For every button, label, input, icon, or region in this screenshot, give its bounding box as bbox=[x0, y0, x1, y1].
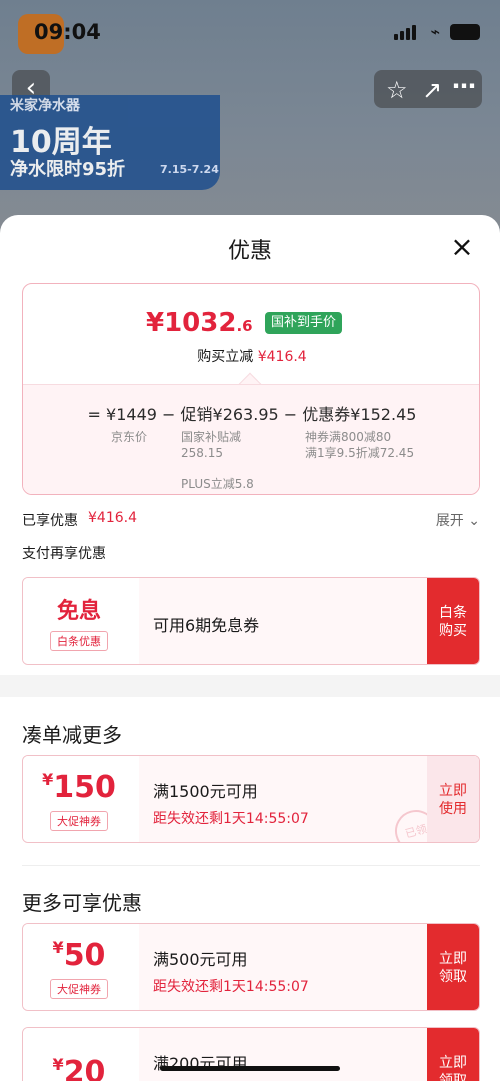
more-orders-title: 凑单减更多 bbox=[22, 723, 122, 747]
promo-detail: 国家补贴减 258.15 bbox=[181, 429, 269, 461]
coupon-left: ¥50 大促神券 bbox=[23, 924, 135, 1010]
chevron-down-icon: ⌄ bbox=[468, 513, 480, 529]
status-bar: 09:04 ⌁ bbox=[0, 0, 500, 60]
coupon-left: 免息 白条优惠 bbox=[23, 578, 135, 664]
section-divider bbox=[22, 865, 480, 866]
coupon-left: ¥20 bbox=[23, 1028, 135, 1081]
home-indicator bbox=[160, 1066, 340, 1071]
coupon-line1: 神券满800减80 bbox=[305, 430, 392, 444]
top-actions: ☆ ↗ ⋯ bbox=[374, 70, 482, 108]
claim-button[interactable]: 立即 领取 bbox=[427, 1028, 479, 1081]
save-line: 购买立减 ¥416.4 bbox=[23, 346, 479, 366]
promo-line3: PLUS立减5.8 bbox=[181, 477, 254, 491]
coupon-text: 可用6期免息券 bbox=[153, 616, 260, 635]
baitiao-buy-button[interactable]: 白条 购买 bbox=[427, 578, 479, 664]
coupon-amount-value: 50 bbox=[63, 937, 106, 973]
price-breakdown: = ¥1449 − 促销¥263.95 − 优惠券¥152.45 京东价 国家补… bbox=[23, 384, 479, 494]
claim-button[interactable]: 立即 领取 bbox=[427, 924, 479, 1010]
jd-price-label: 京东价 bbox=[111, 430, 148, 444]
expand-toggle[interactable]: 展开 ⌄ bbox=[436, 510, 480, 530]
status-time: 09:04 bbox=[34, 20, 101, 44]
signal-icon bbox=[394, 24, 420, 40]
save-value: ¥416.4 bbox=[257, 349, 307, 365]
promo-banner: 米家净水器 10周年 净水限时95折 7.15-7.24 bbox=[0, 95, 220, 190]
coupon-currency: ¥ bbox=[42, 769, 54, 789]
promo-line2: 258.15 bbox=[181, 446, 223, 460]
interest-free-coupon[interactable]: 免息 白条优惠 可用6期免息券 白条 购买 bbox=[22, 577, 480, 665]
final-price-main: ¥1032 bbox=[146, 308, 237, 338]
enjoyed-value: ¥416.4 bbox=[88, 510, 137, 526]
pay-section-title: 支付再享优惠 bbox=[22, 546, 106, 562]
coupon-condition: 满500元可用 bbox=[153, 950, 248, 969]
coupon-line2: 满1享9.5折减72.45 bbox=[305, 446, 415, 460]
sheet-title: 优惠 bbox=[227, 239, 272, 264]
discount-sheet: 优惠 × ¥1032.6 国补到手价 购买立减 ¥416.4 = ¥1449 −… bbox=[0, 215, 500, 1081]
use-now-button[interactable]: 立即 使用 bbox=[427, 756, 479, 842]
coupon-amount: ¥20 bbox=[53, 1055, 106, 1081]
price-summary-top: ¥1032.6 国补到手价 购买立减 ¥416.4 bbox=[23, 284, 479, 384]
coupon-left-tag: 白条优惠 bbox=[50, 631, 108, 651]
enjoyed-row[interactable]: 已享优惠 ¥416.4 展开 ⌄ bbox=[22, 510, 480, 532]
subsidy-badge: 国补到手价 bbox=[265, 312, 343, 334]
status-icons: ⌁ bbox=[394, 22, 480, 41]
price-formula: = ¥1449 − 促销¥263.95 − 优惠券¥152.45 bbox=[87, 405, 417, 424]
coupon-150[interactable]: ¥150 大促神券 满1500元可用 距失效还剩1天14:55:07 已领 立即… bbox=[22, 755, 480, 843]
coupon-left-title: 免息 bbox=[56, 599, 101, 624]
coupon-expiry: 距失效还剩1天14:55:07 bbox=[153, 811, 309, 827]
close-icon[interactable]: × bbox=[448, 233, 476, 261]
star-icon[interactable]: ☆ bbox=[386, 76, 408, 104]
save-label: 购买立减 bbox=[197, 349, 254, 365]
promo-line1: 国家补贴减 bbox=[181, 430, 242, 444]
section-gap bbox=[0, 675, 500, 697]
more-benefits-title: 更多可享优惠 bbox=[22, 891, 142, 915]
coupon-detail: 神券满800减80 满1享9.5折减72.45 bbox=[305, 429, 475, 461]
price-summary-card: ¥1032.6 国补到手价 购买立减 ¥416.4 = ¥1449 − 促销¥2… bbox=[22, 283, 480, 495]
enjoyed-label: 已享优惠 bbox=[22, 513, 78, 529]
coupon-amount: ¥150 bbox=[42, 770, 116, 805]
more-icon[interactable]: ⋯ bbox=[452, 72, 476, 100]
banner-line1: 米家净水器 bbox=[10, 98, 80, 114]
banner-line3: 净水限时95折 bbox=[10, 159, 126, 180]
coupon-tag: 大促神券 bbox=[50, 810, 108, 831]
coupon-condition: 满1500元可用 bbox=[153, 782, 258, 801]
share-icon[interactable]: ↗ bbox=[422, 76, 442, 104]
battery-icon bbox=[450, 23, 480, 40]
coupon-50[interactable]: ¥50 大促神券 满500元可用 距失效还剩1天14:55:07 立即 领取 bbox=[22, 923, 480, 1011]
coupon-currency: ¥ bbox=[52, 1054, 64, 1074]
coupon-amount-value: 150 bbox=[53, 769, 116, 805]
coupon-left: ¥150 大促神券 bbox=[23, 756, 135, 842]
coupon-currency: ¥ bbox=[52, 937, 64, 957]
coupon-amount: ¥50 bbox=[53, 938, 106, 973]
banner-dates: 7.15-7.24 bbox=[160, 163, 219, 176]
expand-label: 展开 bbox=[435, 513, 464, 529]
coupon-tag: 大促神券 bbox=[50, 978, 108, 999]
coupon-amount-value: 20 bbox=[63, 1054, 106, 1081]
final-price-decimal: .6 bbox=[236, 317, 253, 335]
coupon-20[interactable]: ¥20 满200元可用 立即 领取 bbox=[22, 1027, 480, 1081]
coupon-expiry: 距失效还剩1天14:55:07 bbox=[153, 979, 309, 995]
final-price: ¥1032.6 bbox=[146, 308, 253, 338]
wifi-icon: ⌁ bbox=[430, 22, 440, 41]
